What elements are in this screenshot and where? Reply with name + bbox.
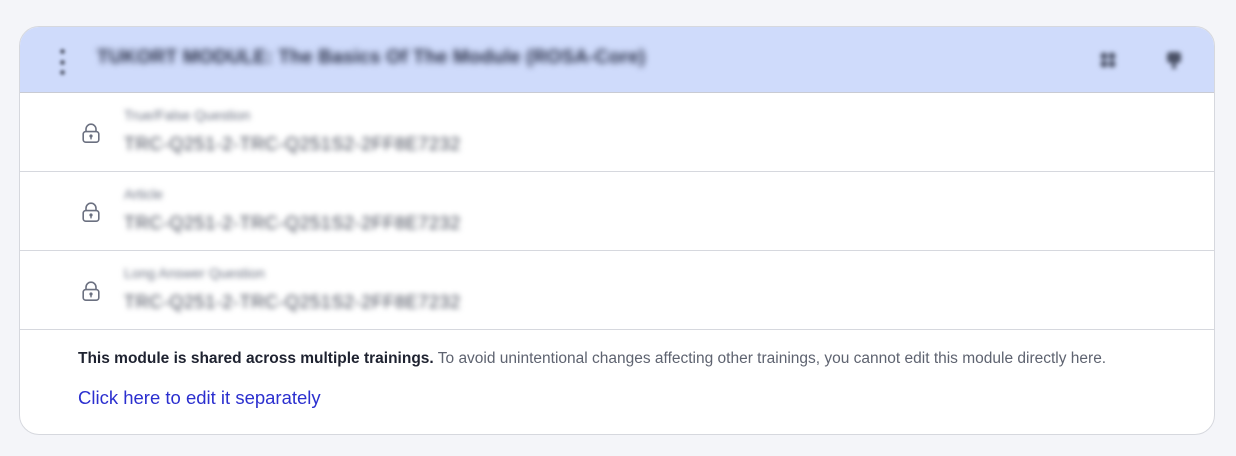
module-title: TUKORT MODULE: The Basics Of The Module … [97, 47, 646, 68]
notice-bold-text: This module is shared across multiple tr… [78, 350, 434, 367]
shared-module-notice: This module is shared across multiple tr… [78, 350, 1106, 368]
list-item[interactable]: Long Answer Question TRC-Q251-2-TRC-Q251… [20, 251, 1214, 330]
shared-module-card: TUKORT MODULE: The Basics Of The Module … [19, 26, 1215, 435]
item-type-label: Article [124, 186, 163, 202]
lock-icon [82, 202, 100, 223]
edit-separately-link[interactable]: Click here to edit it separately [78, 387, 321, 409]
help-icon[interactable] [1163, 49, 1185, 71]
item-type-label: Long Answer Question [124, 265, 265, 281]
item-id: TRC-Q251-2-TRC-Q251S2-2FF8E7232 [124, 134, 461, 154]
list-item[interactable]: True/False Question TRC-Q251-2-TRC-Q251S… [20, 93, 1214, 172]
item-id: TRC-Q251-2-TRC-Q251S2-2FF8E7232 [124, 213, 461, 233]
lock-icon [82, 123, 100, 144]
module-header[interactable]: TUKORT MODULE: The Basics Of The Module … [20, 27, 1214, 93]
drag-handle-icon[interactable] [58, 49, 66, 75]
item-type-label: True/False Question [124, 107, 251, 123]
settings-icon[interactable] [1097, 49, 1119, 71]
item-id: TRC-Q251-2-TRC-Q251S2-2FF8E7232 [124, 292, 461, 312]
lock-icon [82, 281, 100, 302]
notice-text: To avoid unintentional changes affecting… [433, 350, 1107, 367]
list-item[interactable]: Article TRC-Q251-2-TRC-Q251S2-2FF8E7232 [20, 172, 1214, 251]
